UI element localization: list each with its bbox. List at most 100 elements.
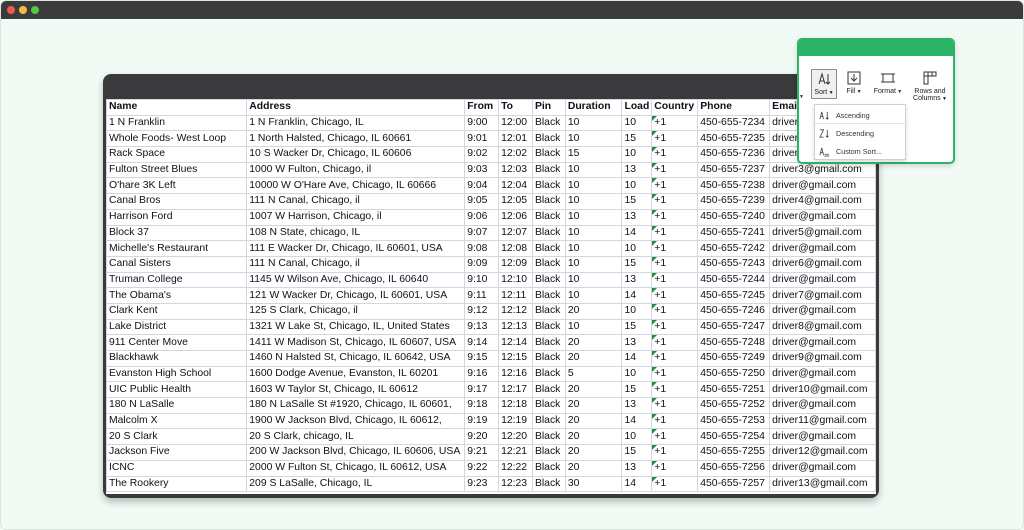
column-header-load[interactable]: Load: [621, 99, 653, 116]
cell-pin[interactable]: Black: [531, 428, 566, 446]
cell-phone[interactable]: 450-655-7256: [697, 459, 771, 477]
cell-load[interactable]: 10: [621, 240, 653, 257]
cell-name[interactable]: 180 N LaSalle: [106, 397, 248, 414]
cell-load[interactable]: 15: [621, 193, 653, 210]
cell-pin[interactable]: Black: [531, 381, 566, 399]
cell-name[interactable]: Evanston High School: [106, 365, 248, 383]
cell-address[interactable]: 111 N Canal, Chicago, il: [246, 193, 466, 210]
chevron-down-icon[interactable]: ▼: [799, 94, 804, 100]
cell-email[interactable]: driver3@gmail.com: [769, 161, 876, 179]
cell-name[interactable]: The Obama's: [106, 287, 248, 304]
cell-from[interactable]: 9:04: [464, 177, 500, 195]
cell-phone[interactable]: 450-655-7248: [697, 334, 771, 351]
cell-load[interactable]: 10: [621, 114, 653, 132]
cell-name[interactable]: Jackson Five: [106, 444, 248, 461]
cell-address[interactable]: 1411 W Madison St, Chicago, IL 60607, US…: [246, 334, 466, 351]
close-window-button[interactable]: [7, 6, 15, 14]
cell-address[interactable]: 20 S Clark, chicago, IL: [246, 428, 466, 446]
cell-duration[interactable]: 10: [564, 318, 623, 336]
cell-phone[interactable]: 450-655-7250: [697, 365, 771, 383]
cell-country[interactable]: +1: [651, 475, 699, 493]
cell-email[interactable]: driver13@gmail.com: [769, 475, 876, 493]
cell-email[interactable]: driver10@gmail.com: [769, 381, 876, 399]
cell-duration[interactable]: 20: [564, 397, 623, 414]
cell-address[interactable]: 1000 W Fulton, Chicago, il: [246, 161, 466, 179]
cell-name[interactable]: UIC Public Health: [106, 381, 248, 399]
cell-load[interactable]: 15: [621, 381, 653, 399]
cell-pin[interactable]: Black: [531, 302, 566, 320]
cell-from[interactable]: 9:10: [464, 271, 500, 289]
cell-country[interactable]: +1: [651, 146, 699, 163]
cell-load[interactable]: 15: [621, 130, 653, 148]
cell-address[interactable]: 1603 W Taylor St, Chicago, IL 60612: [246, 381, 466, 399]
cell-country[interactable]: +1: [651, 287, 699, 304]
cell-from[interactable]: 9:13: [464, 318, 500, 336]
cell-email[interactable]: driver@gmail.com: [769, 365, 876, 383]
cell-country[interactable]: +1: [651, 208, 699, 226]
cell-load[interactable]: 14: [621, 224, 653, 242]
cell-country[interactable]: +1: [651, 130, 699, 148]
column-header-phone[interactable]: Phone: [697, 99, 771, 116]
cell-email[interactable]: driver7@gmail.com: [769, 287, 876, 304]
cell-pin[interactable]: Black: [531, 255, 566, 273]
cell-duration[interactable]: 20: [564, 459, 623, 477]
cell-name[interactable]: Fulton Street Blues: [106, 161, 248, 179]
cell-address[interactable]: 1600 Dodge Avenue, Evanston, IL 60201: [246, 365, 466, 383]
cell-from[interactable]: 9:05: [464, 193, 500, 210]
cell-duration[interactable]: 10: [564, 255, 623, 273]
cell-pin[interactable]: Black: [531, 193, 566, 210]
cell-duration[interactable]: 10: [564, 161, 623, 179]
cell-pin[interactable]: Black: [531, 161, 566, 179]
cell-duration[interactable]: 20: [564, 412, 623, 430]
cell-from[interactable]: 9:11: [464, 287, 500, 304]
cell-phone[interactable]: 450-655-7235: [697, 130, 771, 148]
cell-from[interactable]: 9:02: [464, 146, 500, 163]
cell-email[interactable]: driver11@gmail.com: [769, 412, 876, 430]
cell-to[interactable]: 12:23: [498, 475, 533, 493]
cell-pin[interactable]: Black: [531, 146, 566, 163]
cell-load[interactable]: 15: [621, 318, 653, 336]
cell-country[interactable]: +1: [651, 444, 699, 461]
cell-to[interactable]: 12:12: [498, 302, 533, 320]
cell-duration[interactable]: 10: [564, 287, 623, 304]
cell-name[interactable]: O'hare 3K Left: [106, 177, 248, 195]
cell-address[interactable]: 121 W Wacker Dr, Chicago, IL 60601, USA: [246, 287, 466, 304]
cell-load[interactable]: 13: [621, 161, 653, 179]
cell-pin[interactable]: Black: [531, 287, 566, 304]
cell-to[interactable]: 12:22: [498, 459, 533, 477]
cell-from[interactable]: 9:00: [464, 114, 500, 132]
cell-country[interactable]: +1: [651, 255, 699, 273]
cell-name[interactable]: Whole Foods- West Loop: [106, 130, 248, 148]
cell-address[interactable]: 1321 W Lake St, Chicago, IL, United Stat…: [246, 318, 466, 336]
column-header-country[interactable]: Country: [651, 99, 699, 116]
cell-load[interactable]: 10: [621, 177, 653, 195]
cell-load[interactable]: 10: [621, 365, 653, 383]
cell-pin[interactable]: Black: [531, 224, 566, 242]
cell-address[interactable]: 10000 W O'Hare Ave, Chicago, IL 60666: [246, 177, 466, 195]
cell-pin[interactable]: Black: [531, 459, 566, 477]
cell-to[interactable]: 12:08: [498, 240, 533, 257]
cell-load[interactable]: 10: [621, 302, 653, 320]
cell-email[interactable]: driver9@gmail.com: [769, 350, 876, 367]
cell-country[interactable]: +1: [651, 412, 699, 430]
cell-country[interactable]: +1: [651, 114, 699, 132]
cell-pin[interactable]: Black: [531, 240, 566, 257]
cell-phone[interactable]: 450-655-7252: [697, 397, 771, 414]
cell-name[interactable]: The Rookery: [106, 475, 248, 493]
fill-button[interactable]: Fill ▼: [842, 70, 866, 95]
minimize-window-button[interactable]: [19, 6, 27, 14]
cell-country[interactable]: +1: [651, 428, 699, 446]
cell-load[interactable]: 15: [621, 444, 653, 461]
cell-address[interactable]: 1007 W Harrison, Chicago, il: [246, 208, 466, 226]
cell-address[interactable]: 125 S Clark, Chicago, il: [246, 302, 466, 320]
cell-load[interactable]: 14: [621, 350, 653, 367]
cell-email[interactable]: driver@gmail.com: [769, 397, 876, 414]
cell-load[interactable]: 13: [621, 459, 653, 477]
sort-ascending-item[interactable]: Ascending: [819, 108, 870, 122]
cell-phone[interactable]: 450-655-7244: [697, 271, 771, 289]
cell-phone[interactable]: 450-655-7254: [697, 428, 771, 446]
cell-from[interactable]: 9:23: [464, 475, 500, 493]
cell-duration[interactable]: 10: [564, 271, 623, 289]
column-header-name[interactable]: Name: [106, 99, 248, 116]
cell-to[interactable]: 12:16: [498, 365, 533, 383]
